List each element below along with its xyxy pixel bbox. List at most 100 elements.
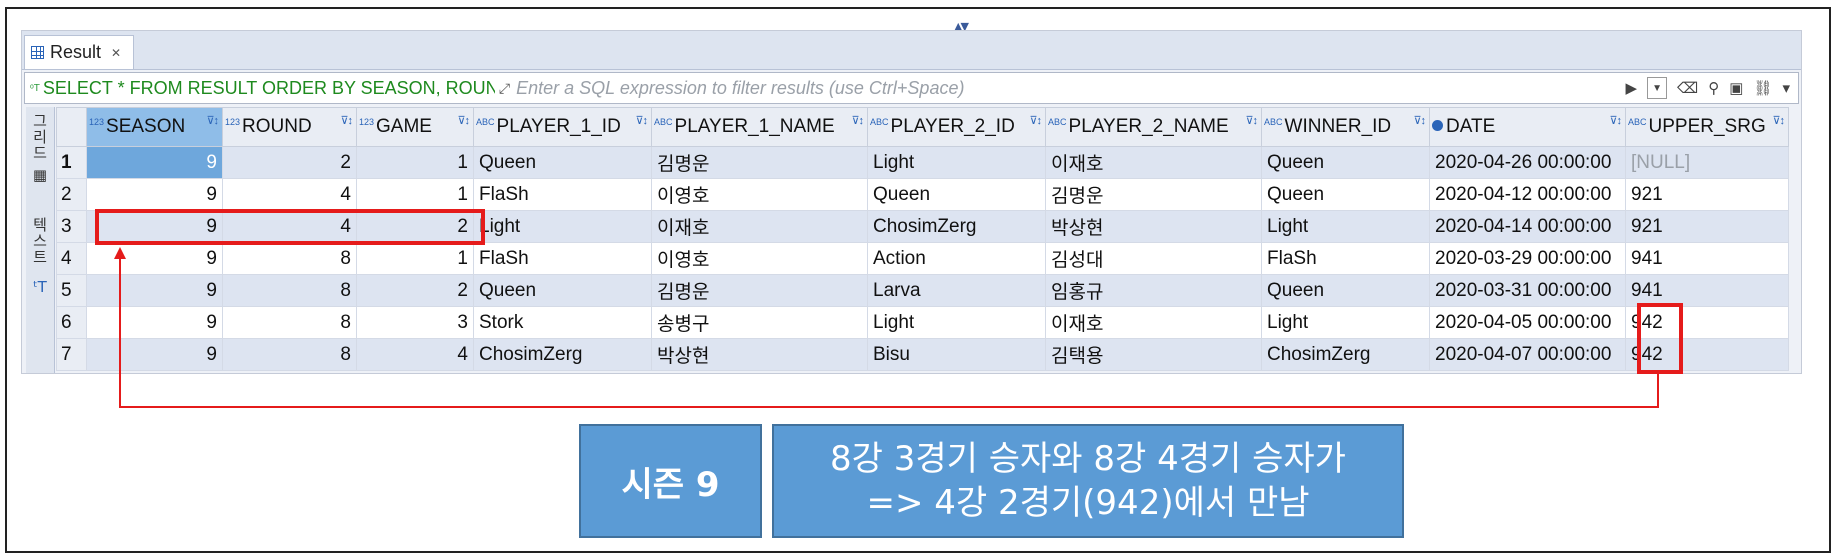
column-header-round[interactable]: 123 ROUND ⊽↕ [222, 107, 357, 147]
cell-player-2-id[interactable]: Bisu [867, 338, 1046, 371]
cell-season[interactable]: 9 [86, 178, 223, 211]
cell-player-1-name[interactable]: 김명운 [651, 146, 868, 179]
sort-filter-icon[interactable]: ⊽↕ [340, 114, 353, 127]
cell-winner-id[interactable]: Light [1261, 210, 1430, 243]
sort-filter-icon[interactable]: ⊽↕ [1029, 114, 1042, 127]
sort-filter-icon[interactable]: ⊽↕ [1609, 114, 1622, 127]
column-header-player-2-id[interactable]: ABC PLAYER_2_ID ⊽↕ [867, 107, 1046, 147]
cell-winner-id[interactable]: ChosimZerg [1261, 338, 1430, 371]
grid-view-icon[interactable]: ▦ [28, 167, 52, 183]
sort-filter-icon[interactable]: ⊽↕ [1413, 114, 1426, 127]
apply-filter-icon[interactable]: ▶ [1625, 79, 1637, 97]
cell-player-2-name[interactable]: 임홍규 [1045, 274, 1262, 307]
column-header-player-1-id[interactable]: ABC PLAYER_1_ID ⊽↕ [473, 107, 652, 147]
cell-round[interactable]: 2 [222, 146, 357, 179]
column-header-player-2-name[interactable]: ABC PLAYER_2_NAME ⊽↕ [1045, 107, 1262, 147]
row-number[interactable]: 5 [56, 274, 87, 307]
cell-game[interactable]: 1 [356, 242, 474, 275]
row-number[interactable]: 7 [56, 338, 87, 371]
cell-winner-id[interactable]: Queen [1261, 274, 1430, 307]
cell-winner-id[interactable]: Light [1261, 306, 1430, 339]
cell-game[interactable]: 3 [356, 306, 474, 339]
sql-query-text[interactable]: SELECT * FROM RESULT ORDER BY SEASON, RO… [43, 78, 495, 99]
cell-player-2-id[interactable]: Light [867, 146, 1046, 179]
cell-player-1-id[interactable]: FlaSh [473, 242, 652, 275]
cell-player-1-id[interactable]: Light [473, 210, 652, 243]
sort-filter-icon[interactable]: ⊽↕ [851, 114, 864, 127]
more-dropdown-icon[interactable]: ▾ [1782, 79, 1790, 97]
close-icon[interactable]: ✕ [111, 46, 121, 60]
history-dropdown-icon[interactable]: ▼ [1647, 77, 1668, 99]
cell-date[interactable]: 2020-03-31 00:00:00 [1429, 274, 1626, 307]
row-number[interactable]: 3 [56, 210, 87, 243]
sort-filter-icon[interactable]: ⊽↕ [206, 114, 219, 127]
table-row[interactable]: 1 9 2 1 Queen 김명운 Light 이재호 Queen 2020-04-26 00:0… [56, 146, 1789, 179]
cell-season[interactable]: 9 [86, 146, 223, 179]
column-header-winner-id[interactable]: ABC WINNER_ID ⊽↕ [1261, 107, 1430, 147]
cell-player-2-name[interactable]: 김성대 [1045, 242, 1262, 275]
eraser-icon[interactable]: ⌫ [1677, 79, 1698, 97]
cell-round[interactable]: 8 [222, 306, 357, 339]
row-number[interactable]: 2 [56, 178, 87, 211]
text-view-icon[interactable]: ᵗT [28, 279, 52, 295]
cell-winner-id[interactable]: FlaSh [1261, 242, 1430, 275]
sort-filter-icon[interactable]: ⊽↕ [457, 114, 470, 127]
table-row[interactable]: 6 9 8 3 Stork 송병구 Light 이재호 Light 2020-04-05 00:0… [56, 306, 1789, 339]
cell-date[interactable]: 2020-04-07 00:00:00 [1429, 338, 1626, 371]
table-row[interactable]: 5 9 8 2 Queen 김명운 Larva 임홍규 Queen 2020-03-31 00:0… [56, 274, 1789, 307]
cell-round[interactable]: 8 [222, 274, 357, 307]
cell-season[interactable]: 9 [86, 242, 223, 275]
cell-date[interactable]: 2020-04-05 00:00:00 [1429, 306, 1626, 339]
cell-player-1-name[interactable]: 이영호 [651, 242, 868, 275]
cell-player-2-id[interactable]: Action [867, 242, 1046, 275]
cell-date[interactable]: 2020-04-12 00:00:00 [1429, 178, 1626, 211]
cell-date[interactable]: 2020-03-29 00:00:00 [1429, 242, 1626, 275]
cell-upper-srg[interactable]: 921 [1625, 178, 1789, 211]
row-number[interactable]: 6 [56, 306, 87, 339]
column-header-date[interactable]: DATE ⊽↕ [1429, 107, 1626, 147]
cell-round[interactable]: 8 [222, 242, 357, 275]
cell-round[interactable]: 4 [222, 178, 357, 211]
cell-upper-srg[interactable]: [NULL] [1625, 146, 1789, 179]
row-number[interactable]: 4 [56, 242, 87, 275]
table-row[interactable]: 2 9 4 1 FlaSh 이영호 Queen 김명운 Queen 2020-04-12 00:0… [56, 178, 1789, 211]
cell-player-2-name[interactable]: 박상현 [1045, 210, 1262, 243]
column-header-season[interactable]: 123 SEASON ⊽↕ [86, 107, 223, 147]
cell-upper-srg[interactable]: 921 [1625, 210, 1789, 243]
cell-date[interactable]: 2020-04-14 00:00:00 [1429, 210, 1626, 243]
cell-player-2-id[interactable]: ChosimZerg [867, 210, 1046, 243]
cell-player-2-name[interactable]: 이재호 [1045, 146, 1262, 179]
cell-upper-srg[interactable]: 941 [1625, 242, 1789, 275]
cell-player-1-id[interactable]: ChosimZerg [473, 338, 652, 371]
cell-game[interactable]: 4 [356, 338, 474, 371]
cell-player-1-id[interactable]: Stork [473, 306, 652, 339]
cell-player-2-id[interactable]: Queen [867, 178, 1046, 211]
cell-round[interactable]: 8 [222, 338, 357, 371]
link-icon[interactable]: ⛓ [1753, 79, 1772, 97]
cell-player-2-id[interactable]: Larva [867, 274, 1046, 307]
cell-player-1-id[interactable]: Queen [473, 274, 652, 307]
cell-player-1-name[interactable]: 김명운 [651, 274, 868, 307]
column-header-upper-srg[interactable]: ABC UPPER_SRG ⊽↕ [1625, 107, 1789, 147]
cell-upper-srg[interactable]: 941 [1625, 274, 1789, 307]
table-row[interactable]: 4 9 8 1 FlaSh 이영호 Action 김성대 FlaSh 2020-03-29 00:… [56, 242, 1789, 275]
table-row[interactable]: 7 9 8 4 ChosimZerg 박상현 Bisu 김택용 ChosimZerg 2020-0… [56, 338, 1789, 371]
sort-filter-icon[interactable]: ⊽↕ [1245, 114, 1258, 127]
cell-player-2-name[interactable]: 이재호 [1045, 306, 1262, 339]
filter-settings-icon[interactable]: ⚲ [1708, 79, 1719, 97]
cell-player-1-name[interactable]: 이영호 [651, 178, 868, 211]
row-number[interactable]: 1 [56, 146, 87, 179]
cell-player-2-name[interactable]: 김명운 [1045, 178, 1262, 211]
cell-winner-id[interactable]: Queen [1261, 146, 1430, 179]
cell-game[interactable]: 1 [356, 178, 474, 211]
expand-icon[interactable]: ⤢ [499, 80, 510, 97]
cell-season[interactable]: 9 [86, 338, 223, 371]
sort-filter-icon[interactable]: ⊽↕ [635, 114, 648, 127]
tab-text[interactable]: 텍스트 [28, 217, 52, 265]
cell-season[interactable]: 9 [86, 306, 223, 339]
cell-date[interactable]: 2020-04-26 00:00:00 [1429, 146, 1626, 179]
cell-game[interactable]: 1 [356, 146, 474, 179]
tab-grid[interactable]: 그리드 [28, 113, 52, 161]
cell-player-2-id[interactable]: Light [867, 306, 1046, 339]
tab-result[interactable]: Result ✕ [24, 35, 134, 69]
